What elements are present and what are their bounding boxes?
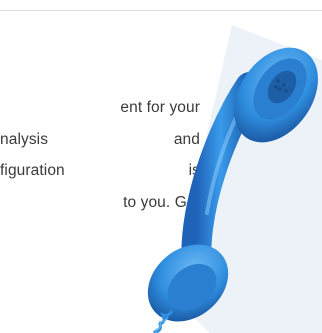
top-divider (0, 10, 322, 11)
telephone-handset-icon (147, 25, 322, 333)
